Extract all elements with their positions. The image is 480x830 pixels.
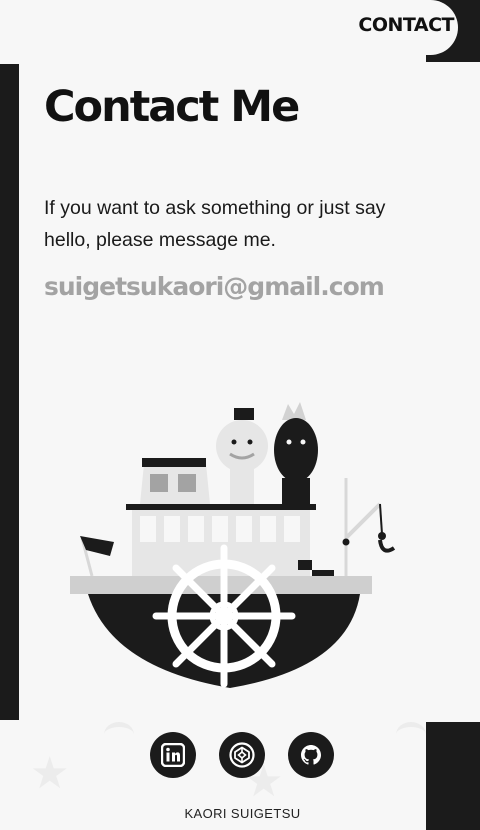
dark-character (274, 418, 318, 482)
social-links (150, 732, 335, 780)
footer-name: KAORI SUIGETSU (184, 806, 301, 821)
github-icon (301, 745, 321, 765)
page-title: Contact Me (44, 82, 300, 132)
upper-deck-rail (126, 504, 316, 510)
background-star-icon: ★ (30, 748, 70, 799)
email-link[interactable]: suigetsukaori@gmail.com (44, 272, 385, 301)
intro-text: If you want to ask something or just say… (44, 197, 386, 251)
linkedin-button[interactable] (150, 732, 196, 778)
background-arc-decoration (396, 722, 426, 747)
left-decorative-bar (0, 64, 19, 720)
crown-icon (282, 402, 306, 420)
background-arc-decoration (104, 722, 134, 747)
codepen-button[interactable] (219, 732, 265, 778)
crane-arm (344, 502, 382, 540)
hook-icon (378, 539, 396, 553)
codepen-icon (229, 742, 255, 768)
boat-illustration (70, 402, 396, 688)
contact-page: CONTACT Contact Me If you want to ask so… (0, 0, 480, 830)
ship-wheel-icon (152, 544, 296, 688)
linkedin-icon (161, 743, 185, 767)
captain-character (216, 420, 268, 472)
github-button[interactable] (288, 732, 334, 778)
crane-rope (379, 503, 383, 535)
captain-hat (234, 408, 254, 420)
crane-hook (378, 532, 386, 540)
nav-contact-link[interactable]: CONTACT (358, 14, 454, 36)
